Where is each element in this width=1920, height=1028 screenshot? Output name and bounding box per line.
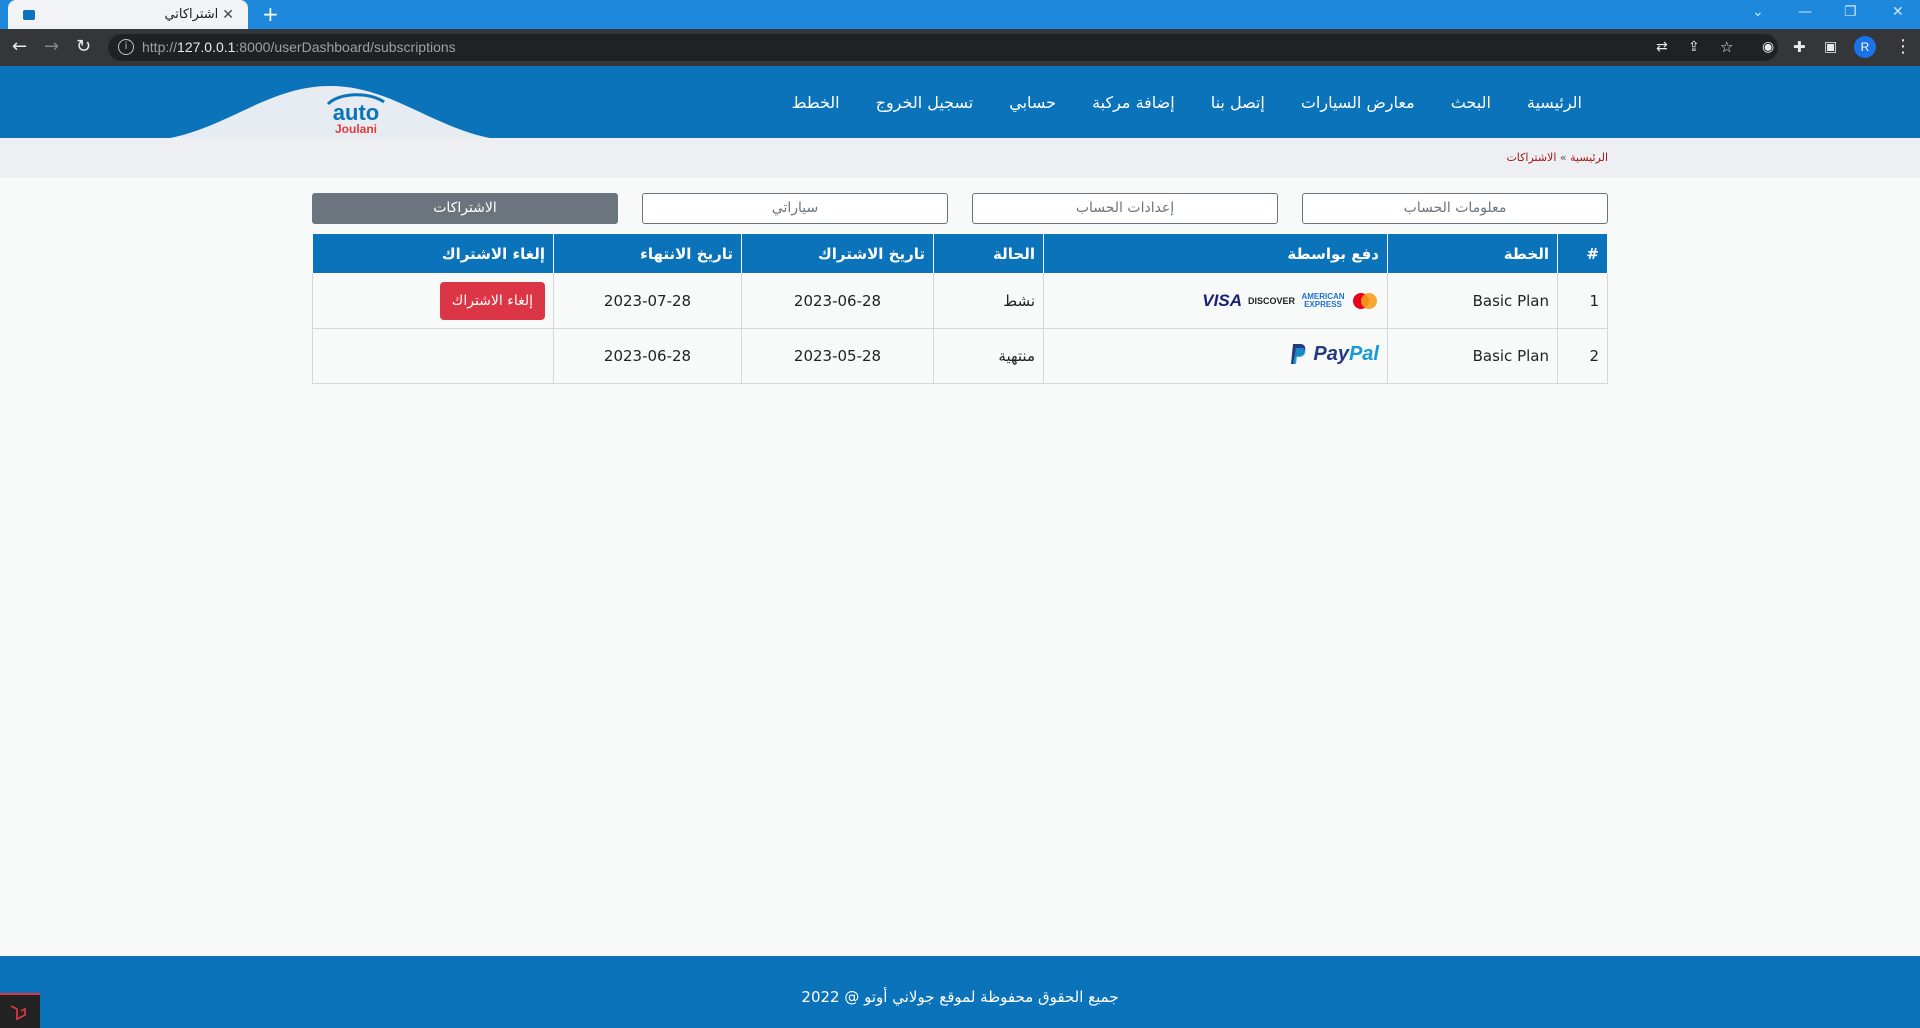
row-number: 1 <box>1557 273 1608 329</box>
nav-add-vehicle[interactable]: إضافة مركبة <box>1074 93 1193 112</box>
nav-logout[interactable]: تسجيل الخروج <box>858 93 992 112</box>
table-header-row: # الخطة دفع بواسطة الحالة تاريخ الاشتراك… <box>312 233 1608 274</box>
main-nav: الرئيسية البحث معارض السيارات إتصل بنا إ… <box>774 66 1600 138</box>
table-row: 1 Basic Plan VISA DISCOVER AMERICAN EXPR… <box>312 273 1608 329</box>
row-status: نشط <box>933 273 1044 329</box>
svg-text:Joulani: Joulani <box>335 122 377 136</box>
breadcrumb-home[interactable]: الرئيسية <box>1570 151 1608 164</box>
subscriptions-table: # الخطة دفع بواسطة الحالة تاريخ الاشتراك… <box>312 233 1608 384</box>
paypal-logo: PayPal <box>1289 343 1379 366</box>
table-row: 2 Basic Plan PayPal منتهية 2023-05-28 20… <box>312 328 1608 384</box>
favicon-icon <box>23 9 35 20</box>
col-cancel: إلغاء الاشتراك <box>312 233 554 274</box>
row-payment: PayPal <box>1043 328 1388 384</box>
col-end-date: تاريخ الانتهاء <box>553 233 742 274</box>
breadcrumb-separator: » <box>1559 151 1567 164</box>
row-cancel-empty <box>312 328 554 384</box>
col-number: # <box>1557 233 1608 274</box>
footer-copyright: جميع الحقوق محفوظة لموقع جولاني أوتو @ 2… <box>801 988 1119 1006</box>
back-icon[interactable]: ← <box>12 37 27 57</box>
site-footer: جميع الحقوق محفوظة لموقع جولاني أوتو @ 2… <box>0 956 1920 1028</box>
nav-my-account[interactable]: حسابي <box>991 93 1074 112</box>
visa-logo: VISA <box>1202 291 1242 310</box>
discover-logo: DISCOVER <box>1247 296 1295 306</box>
restore-icon[interactable]: ❐ <box>1844 4 1857 20</box>
cancel-subscription-button[interactable]: إلغاء الاشتراك <box>439 282 545 320</box>
paypal-icon <box>1291 344 1306 365</box>
row-start-date: 2023-06-28 <box>741 273 934 329</box>
site-logo[interactable]: auto Joulani <box>322 88 390 136</box>
browser-tab[interactable]: ✕ اشتراكاتي <box>8 0 248 29</box>
tab-account-settings[interactable]: إعدادات الحساب <box>972 193 1278 224</box>
menu-kebab-icon[interactable]: ⋮ <box>1894 37 1912 57</box>
debug-badge[interactable] <box>0 993 40 1028</box>
col-start-date: تاريخ الاشتراك <box>741 233 934 274</box>
share-icon[interactable]: ⇪ <box>1688 37 1700 57</box>
tab-my-cars[interactable]: سياراتي <box>642 193 948 224</box>
row-number: 2 <box>1557 328 1608 384</box>
reload-icon[interactable]: ↻ <box>76 37 91 57</box>
tab-title: اشتراكاتي <box>164 7 219 22</box>
forward-icon[interactable]: → <box>44 37 59 57</box>
minimize-icon[interactable]: — <box>1798 4 1812 20</box>
row-end-date: 2023-07-28 <box>553 273 742 329</box>
browser-toolbar: ← → ↻ i http://127.0.0.1:8000/userDashbo… <box>0 29 1920 66</box>
amex-logo: AMERICAN EXPRESS <box>1301 292 1345 309</box>
new-tab-icon[interactable]: + <box>262 3 279 25</box>
row-status: منتهية <box>933 328 1044 384</box>
close-tab-icon[interactable]: ✕ <box>222 7 234 23</box>
row-plan: Basic Plan <box>1387 273 1558 329</box>
row-payment: VISA DISCOVER AMERICAN EXPRESS <box>1043 273 1388 329</box>
translate-icon[interactable]: ⇄ <box>1656 37 1668 57</box>
extension-icon[interactable]: ◉ <box>1762 37 1774 57</box>
tab-subscriptions[interactable]: الاشتراكات <box>312 193 618 224</box>
side-panel-icon[interactable]: ▣ <box>1824 37 1837 57</box>
col-payment: دفع بواسطة <box>1043 233 1388 274</box>
breadcrumb-current: الاشتراكات <box>1506 151 1557 164</box>
nav-plans[interactable]: الخطط <box>774 93 858 112</box>
row-cancel: إلغاء الاشتراك <box>312 273 554 329</box>
col-plan: الخطة <box>1387 233 1558 274</box>
address-bar[interactable]: i http://127.0.0.1:8000/userDashboard/su… <box>108 34 1778 61</box>
close-window-icon[interactable]: ✕ <box>1892 4 1904 20</box>
nav-showrooms[interactable]: معارض السيارات <box>1283 93 1433 112</box>
tab-account-info[interactable]: معلومات الحساب <box>1302 193 1608 224</box>
nav-contact[interactable]: إتصل بنا <box>1193 93 1283 112</box>
mastercard-icon <box>1353 293 1377 309</box>
laravel-icon <box>10 1005 26 1021</box>
breadcrumb: الرئيسية » الاشتراكات <box>1506 151 1608 164</box>
breadcrumb-bar: الرئيسية » الاشتراكات <box>0 138 1920 178</box>
col-status: الحالة <box>933 233 1044 274</box>
extensions-puzzle-icon[interactable]: ✚ <box>1793 37 1806 57</box>
site-info-icon[interactable]: i <box>118 39 134 55</box>
row-end-date: 2023-06-28 <box>553 328 742 384</box>
tab-search-icon[interactable]: ⌄ <box>1752 4 1764 20</box>
profile-avatar[interactable]: R <box>1854 36 1876 58</box>
nav-search[interactable]: البحث <box>1433 93 1509 112</box>
bookmark-star-icon[interactable]: ☆ <box>1720 37 1733 57</box>
row-plan: Basic Plan <box>1387 328 1558 384</box>
url-text: http://127.0.0.1:8000/userDashboard/subs… <box>142 39 456 55</box>
browser-tabstrip: ✕ اشتراكاتي + ⌄ — ❐ ✕ <box>0 0 1920 29</box>
card-logos: VISA DISCOVER AMERICAN EXPRESS <box>1202 291 1379 311</box>
nav-home[interactable]: الرئيسية <box>1509 93 1600 112</box>
row-start-date: 2023-05-28 <box>741 328 934 384</box>
